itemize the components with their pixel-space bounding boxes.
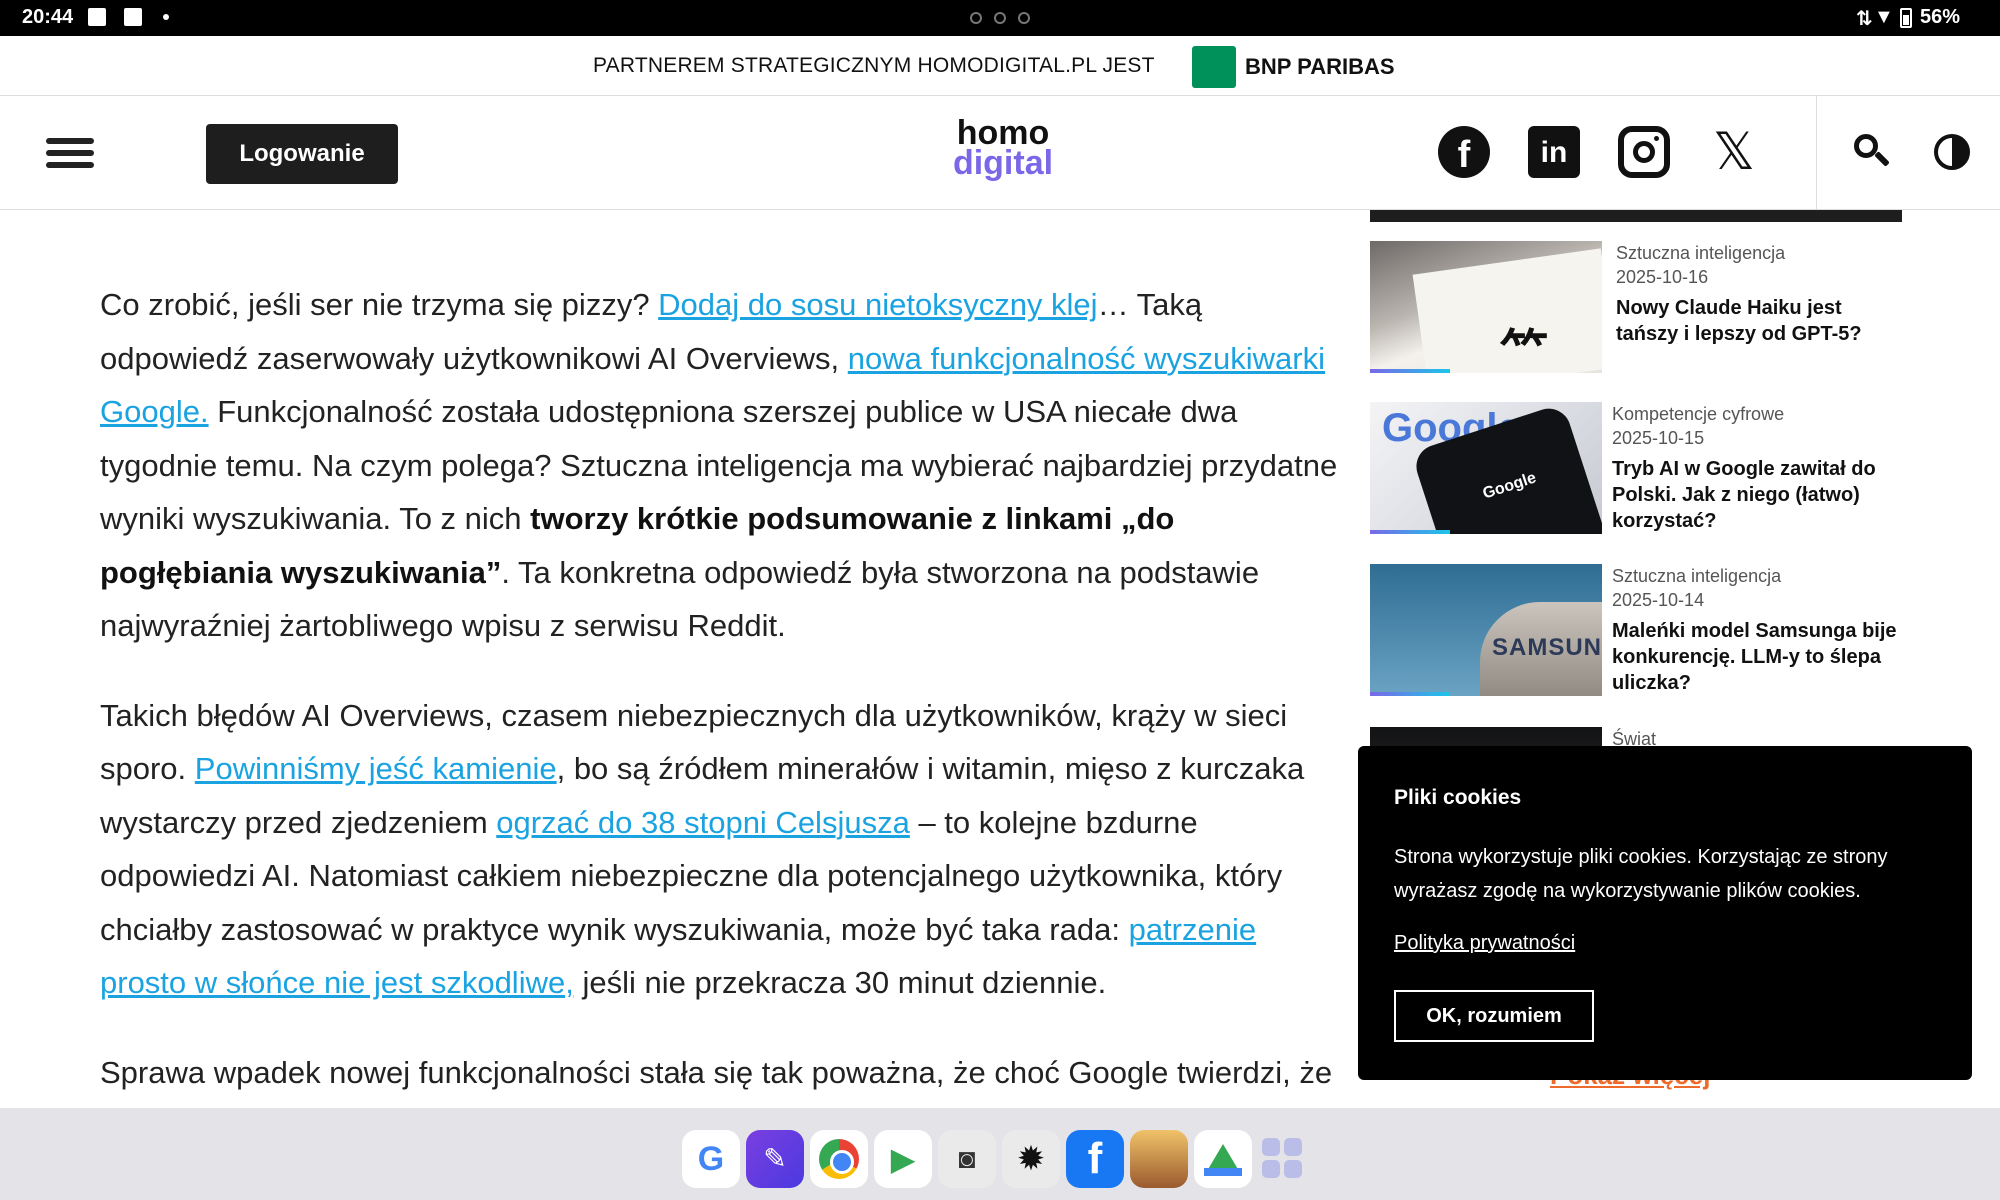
contrast-toggle-icon[interactable] (1934, 134, 1970, 170)
article-link[interactable]: Powinniśmy jeść kamienie (195, 751, 557, 786)
chrome-icon[interactable] (810, 1130, 868, 1188)
play-store-icon[interactable]: ▶ (874, 1130, 932, 1188)
article-category[interactable]: Sztuczna inteligencja (1612, 564, 1781, 588)
facebook-notification-icon (88, 8, 106, 26)
facebook-icon[interactable]: f (1438, 126, 1490, 178)
pager-dot-icon (994, 12, 1006, 24)
article-link[interactable]: ogrzać do 38 stopni Celsjusza (496, 805, 910, 840)
cookie-title: Pliki cookies (1394, 786, 1522, 809)
article-paragraph: Takich błędów AI Overviews, czasem niebe… (100, 689, 1340, 1010)
status-bar: 20:44 ⇅ ▼ 56% (0, 0, 2000, 36)
drive-icon[interactable] (1194, 1130, 1252, 1188)
article-thumbnail[interactable]: SAMSUNG (1370, 564, 1602, 696)
article-title[interactable]: Nowy Claude Haiku jest tańszy i lepszy o… (1616, 295, 1906, 347)
more-notifications-icon (163, 14, 169, 20)
pager-dot-icon (970, 12, 982, 24)
header-divider (1816, 96, 1817, 210)
facebook-icon[interactable]: f (1066, 1130, 1124, 1188)
article-thumbnail[interactable] (1370, 727, 1602, 747)
article-date: 2025-10-14 (1612, 590, 1705, 610)
sidebar-article[interactable]: Świat (1370, 727, 1902, 747)
pager-dot-icon (1018, 12, 1030, 24)
cookie-text: Strona wykorzystuje pliki cookies. Korzy… (1394, 846, 1888, 902)
text: Sprawa wpadek nowej funkcjonalności stał… (100, 1054, 1333, 1090)
camera-icon[interactable]: ◙ (938, 1130, 996, 1188)
article-paragraph: Sprawa wpadek nowej funkcjonalności stał… (100, 1046, 1340, 1100)
battery-level: 56% (1920, 6, 1961, 28)
article-body: Co zrobić, jeśli ser nie trzyma się pizz… (100, 278, 1340, 1135)
instagram-icon[interactable] (1618, 126, 1670, 178)
article-date: 2025-10-15 (1612, 428, 1705, 448)
hamburger-menu-icon[interactable] (46, 138, 94, 168)
cookie-accept-button[interactable]: OK, rozumiem (1394, 990, 1594, 1042)
search-icon[interactable] (1854, 134, 1890, 170)
status-time: 20:44 (22, 6, 74, 28)
sidebar-article[interactable]: Google Google Kompetencje cyfrowe 2025-1… (1370, 402, 1902, 537)
bnp-paribas-logo-icon (1192, 46, 1236, 88)
sidebar-article[interactable]: SAMSUNG Sztuczna inteligencja 2025-10-14… (1370, 564, 1902, 699)
app-dock: G ✎ ▶ ◙ ✹ f (0, 1108, 2000, 1200)
article-title[interactable]: Tryb AI w Google zawitał do Polski. Jak … (1612, 456, 1902, 534)
partner-banner[interactable]: PARTNEREM STRATEGICZNYM HOMODIGITAL.PL J… (0, 36, 2000, 96)
thumb-samsung-text: SAMSUNG (1492, 634, 1602, 661)
nova-icon[interactable]: ✎ (746, 1130, 804, 1188)
article-date: 2025-10-16 (1616, 267, 1709, 287)
cookie-consent-dialog: Pliki cookies Strona wykorzystuje pliki … (1358, 746, 1972, 1080)
site-header: Logowanie homo digital f in 𝕏 (0, 96, 2000, 210)
facebook-notification-icon (124, 8, 142, 26)
game-icon[interactable] (1130, 1130, 1188, 1188)
thumb-phone-text: Google (1480, 469, 1539, 503)
site-logo[interactable]: homo digital (948, 116, 1058, 182)
login-button[interactable]: Logowanie (206, 124, 398, 184)
linkedin-icon[interactable]: in (1528, 126, 1580, 178)
article-thumbnail[interactable]: ⺮ (1370, 241, 1602, 373)
sidebar-article[interactable]: ⺮ Sztuczna inteligencja 2025-10-16 Nowy … (1370, 241, 1902, 376)
text: Co zrobić, jeśli ser nie trzyma się pizz… (100, 287, 659, 322)
google-icon[interactable]: G (682, 1130, 740, 1188)
privacy-policy-link[interactable]: Polityka prywatności (1394, 932, 1575, 955)
battery-icon (1900, 8, 1912, 28)
app-drawer-icon[interactable] (1262, 1138, 1304, 1180)
article-title[interactable]: Maleńki model Samsunga bije konkurencję.… (1612, 618, 1902, 696)
logo-bottom-text: digital (952, 144, 1054, 182)
wifi-icon: ▼ (1874, 6, 1894, 28)
x-twitter-icon[interactable]: 𝕏 (1708, 126, 1760, 178)
settings-icon[interactable]: ✹ (1002, 1130, 1060, 1188)
article-category[interactable]: Sztuczna inteligencja (1616, 241, 1785, 265)
article-category[interactable]: Kompetencje cyfrowe (1612, 402, 1784, 426)
partner-text: PARTNEREM STRATEGICZNYM HOMODIGITAL.PL J… (593, 54, 1155, 77)
partner-brand: BNP PARIBAS (1245, 54, 1395, 79)
sidebar-header-bar (1370, 210, 1902, 222)
article-link[interactable]: Dodaj do sosu nietoksyczny klej (658, 287, 1097, 322)
article-category[interactable]: Świat (1612, 727, 1656, 747)
article-paragraph: Co zrobić, jeśli ser nie trzyma się pizz… (100, 278, 1340, 653)
text: jeśli nie przekracza 30 minut dziennie. (573, 965, 1107, 1000)
data-transfer-icon: ⇅ (1856, 8, 1873, 30)
article-thumbnail[interactable]: Google Google (1370, 402, 1602, 534)
